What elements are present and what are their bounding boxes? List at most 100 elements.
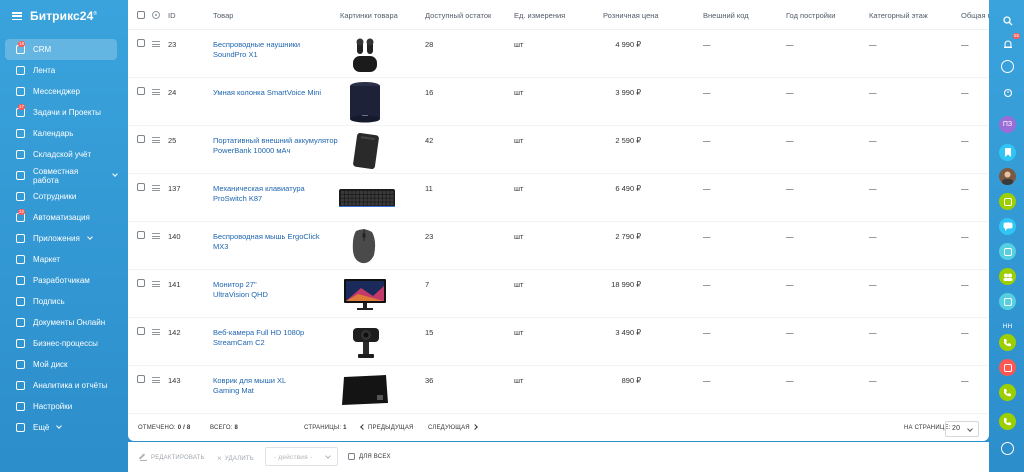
sidebar-item-employees[interactable]: Сотрудники bbox=[5, 186, 117, 207]
document-icon[interactable] bbox=[999, 193, 1016, 210]
for-all-toggle[interactable]: Для всех bbox=[348, 453, 391, 460]
per-page-select[interactable]: 20 bbox=[945, 421, 979, 437]
notifications-bell-icon[interactable]: 55 bbox=[999, 33, 1020, 53]
sidebar-item-collaboration[interactable]: Совместная работа bbox=[5, 165, 118, 186]
drag-handle-icon[interactable] bbox=[152, 377, 160, 385]
row-checkbox[interactable] bbox=[137, 39, 145, 47]
monitor-image[interactable] bbox=[343, 278, 387, 314]
table-row[interactable]: 141 Монитор 27" UltraVision QHD 7 шт 18 990 … bbox=[128, 270, 989, 318]
row-checkbox[interactable] bbox=[137, 135, 145, 143]
edit-button[interactable]: Редактировать bbox=[140, 454, 205, 461]
column-header-stock[interactable]: Доступный остаток bbox=[425, 11, 491, 20]
drag-handle-icon[interactable] bbox=[152, 41, 160, 49]
next-page-link[interactable]: Следующая bbox=[428, 424, 478, 431]
column-header-product[interactable]: Товар bbox=[213, 11, 233, 20]
sidebar-item-more[interactable]: Ещё bbox=[5, 417, 117, 438]
sidebar-item-crm[interactable]: CRM 18 bbox=[5, 39, 117, 60]
drag-handle-icon[interactable] bbox=[152, 281, 160, 289]
app-logo[interactable]: Битрикс24® bbox=[30, 9, 97, 23]
drag-handle-icon[interactable] bbox=[152, 89, 160, 97]
drag-handle-icon[interactable] bbox=[152, 137, 160, 145]
table-row[interactable]: 23 Беспроводные наушники SoundPro X1 28 шт 4… bbox=[128, 30, 989, 78]
bookmark-icon[interactable] bbox=[999, 144, 1016, 161]
column-header-external-code[interactable]: Внешний код bbox=[703, 11, 749, 20]
delete-button[interactable]: × Удалить bbox=[217, 454, 254, 463]
column-header-total[interactable]: Общая п bbox=[961, 11, 989, 20]
sidebar-item-tasks[interactable]: Задачи и Проекты 17 bbox=[5, 102, 117, 123]
column-header-price[interactable]: Розничная цена bbox=[603, 11, 659, 20]
column-header-id[interactable]: ID bbox=[168, 11, 176, 20]
powerbank-image[interactable] bbox=[350, 131, 382, 171]
row-checkbox[interactable] bbox=[137, 231, 145, 239]
product-name-link[interactable]: Монитор 27" UltraVision QHD bbox=[213, 280, 293, 300]
row-checkbox[interactable] bbox=[137, 183, 145, 191]
sidebar-item-analytics[interactable]: Аналитика и отчёты bbox=[5, 375, 117, 396]
open-lines-icon[interactable] bbox=[999, 243, 1016, 260]
column-header-unit[interactable]: Ед. измерения bbox=[514, 11, 565, 20]
grid-settings-icon[interactable] bbox=[152, 11, 160, 19]
product-name-link[interactable]: Веб-камера Full HD 1080p StreamCam C2 bbox=[213, 328, 323, 348]
row-checkbox[interactable] bbox=[137, 279, 145, 287]
user-avatar-initials[interactable]: ПЗ bbox=[999, 116, 1016, 133]
expand-icon[interactable] bbox=[1001, 442, 1014, 455]
product-name-link[interactable]: Умная колонка SmartVoice Mini bbox=[213, 88, 333, 98]
tasks-check-icon[interactable] bbox=[999, 293, 1016, 310]
feedback-icon[interactable] bbox=[999, 359, 1016, 376]
sidebar-item-settings[interactable]: Настройки bbox=[5, 396, 117, 417]
settings-icon[interactable] bbox=[1001, 60, 1014, 73]
timer-icon[interactable] bbox=[999, 84, 1016, 101]
column-header-images[interactable]: Картинки товара bbox=[340, 11, 398, 20]
row-checkbox[interactable] bbox=[137, 375, 145, 383]
total-count: Всего: 8 bbox=[210, 425, 239, 431]
product-name-link[interactable]: Механическая клавиатура ProSwitch K87 bbox=[213, 184, 323, 204]
product-name-link[interactable]: Портативный внешний аккумулятор PowerBan… bbox=[213, 136, 348, 156]
sidebar-item-documents[interactable]: Документы Онлайн bbox=[5, 312, 117, 333]
sidebar-item-disk[interactable]: Мой диск bbox=[5, 354, 117, 375]
select-all-checkbox[interactable] bbox=[137, 11, 145, 19]
smart-speaker-image[interactable] bbox=[348, 81, 382, 125]
sidebar-item-signature[interactable]: Подпись bbox=[5, 291, 117, 312]
table-row[interactable]: 24 Умная колонка SmartVoice Mini 16 шт 3 990… bbox=[128, 78, 989, 126]
sidebar-item-automation[interactable]: Автоматизация 22 bbox=[5, 207, 117, 228]
column-header-year[interactable]: Год постройки bbox=[786, 11, 835, 20]
group-chat-icon[interactable] bbox=[999, 268, 1016, 285]
prev-page-link[interactable]: Предыдущая bbox=[360, 424, 414, 431]
support-icon[interactable] bbox=[999, 413, 1016, 430]
sidebar-item-business-processes[interactable]: Бизнес-процессы bbox=[5, 333, 117, 354]
mousepad-image[interactable] bbox=[340, 373, 390, 409]
table-row[interactable]: 142 Веб-камера Full HD 1080p StreamCam C2… bbox=[128, 318, 989, 366]
search-icon[interactable] bbox=[999, 12, 1016, 29]
row-checkbox[interactable] bbox=[137, 87, 145, 95]
row-checkbox[interactable] bbox=[137, 327, 145, 335]
sidebar-item-developers[interactable]: Разработчикам bbox=[5, 270, 117, 291]
earbuds-image[interactable] bbox=[350, 36, 380, 76]
product-name-link[interactable]: Беспроводные наушники SoundPro X1 bbox=[213, 40, 323, 60]
product-name-link[interactable]: Коврик для мыши XL Gaming Mat bbox=[213, 376, 313, 396]
mouse-image[interactable] bbox=[350, 227, 378, 267]
keyboard-image[interactable] bbox=[338, 187, 396, 211]
sidebar-item-warehouse[interactable]: Складской учёт bbox=[5, 144, 117, 165]
table-row[interactable]: 140 Беспроводная мышь ErgoClick MX3 23 шт 2 … bbox=[128, 222, 989, 270]
webcam-image[interactable] bbox=[350, 324, 382, 362]
chat-icon[interactable] bbox=[999, 218, 1016, 235]
sidebar-item-calendar[interactable]: Календарь bbox=[5, 123, 117, 144]
sidebar-item-messenger[interactable]: Мессенджер bbox=[5, 81, 117, 102]
user-avatar-photo[interactable] bbox=[999, 168, 1016, 185]
drag-handle-icon[interactable] bbox=[152, 329, 160, 337]
actions-select[interactable]: - действия - bbox=[265, 447, 338, 466]
for-all-checkbox[interactable] bbox=[348, 453, 355, 460]
call-icon[interactable] bbox=[999, 384, 1016, 401]
sidebar-item-market[interactable]: Маркет bbox=[5, 249, 117, 270]
phone-icon[interactable] bbox=[999, 334, 1016, 351]
sidebar-item-feed[interactable]: Лента bbox=[5, 60, 117, 81]
product-name-link[interactable]: Беспроводная мышь ErgoClick MX3 bbox=[213, 232, 333, 252]
user-initials-label[interactable]: НН bbox=[999, 318, 1016, 335]
table-row[interactable]: 137 Механическая клавиатура ProSwitch K87… bbox=[128, 174, 989, 222]
table-row[interactable]: 25 Портативный внешний аккумулятор PowerB… bbox=[128, 126, 989, 174]
drag-handle-icon[interactable] bbox=[152, 185, 160, 193]
drag-handle-icon[interactable] bbox=[152, 233, 160, 241]
table-row[interactable]: 143 Коврик для мыши XL Gaming Mat 36 шт 890 … bbox=[128, 366, 989, 414]
menu-burger-icon[interactable] bbox=[12, 12, 22, 20]
sidebar-item-apps[interactable]: Приложения bbox=[5, 228, 117, 249]
column-header-floor[interactable]: Категорный этаж bbox=[869, 11, 928, 20]
